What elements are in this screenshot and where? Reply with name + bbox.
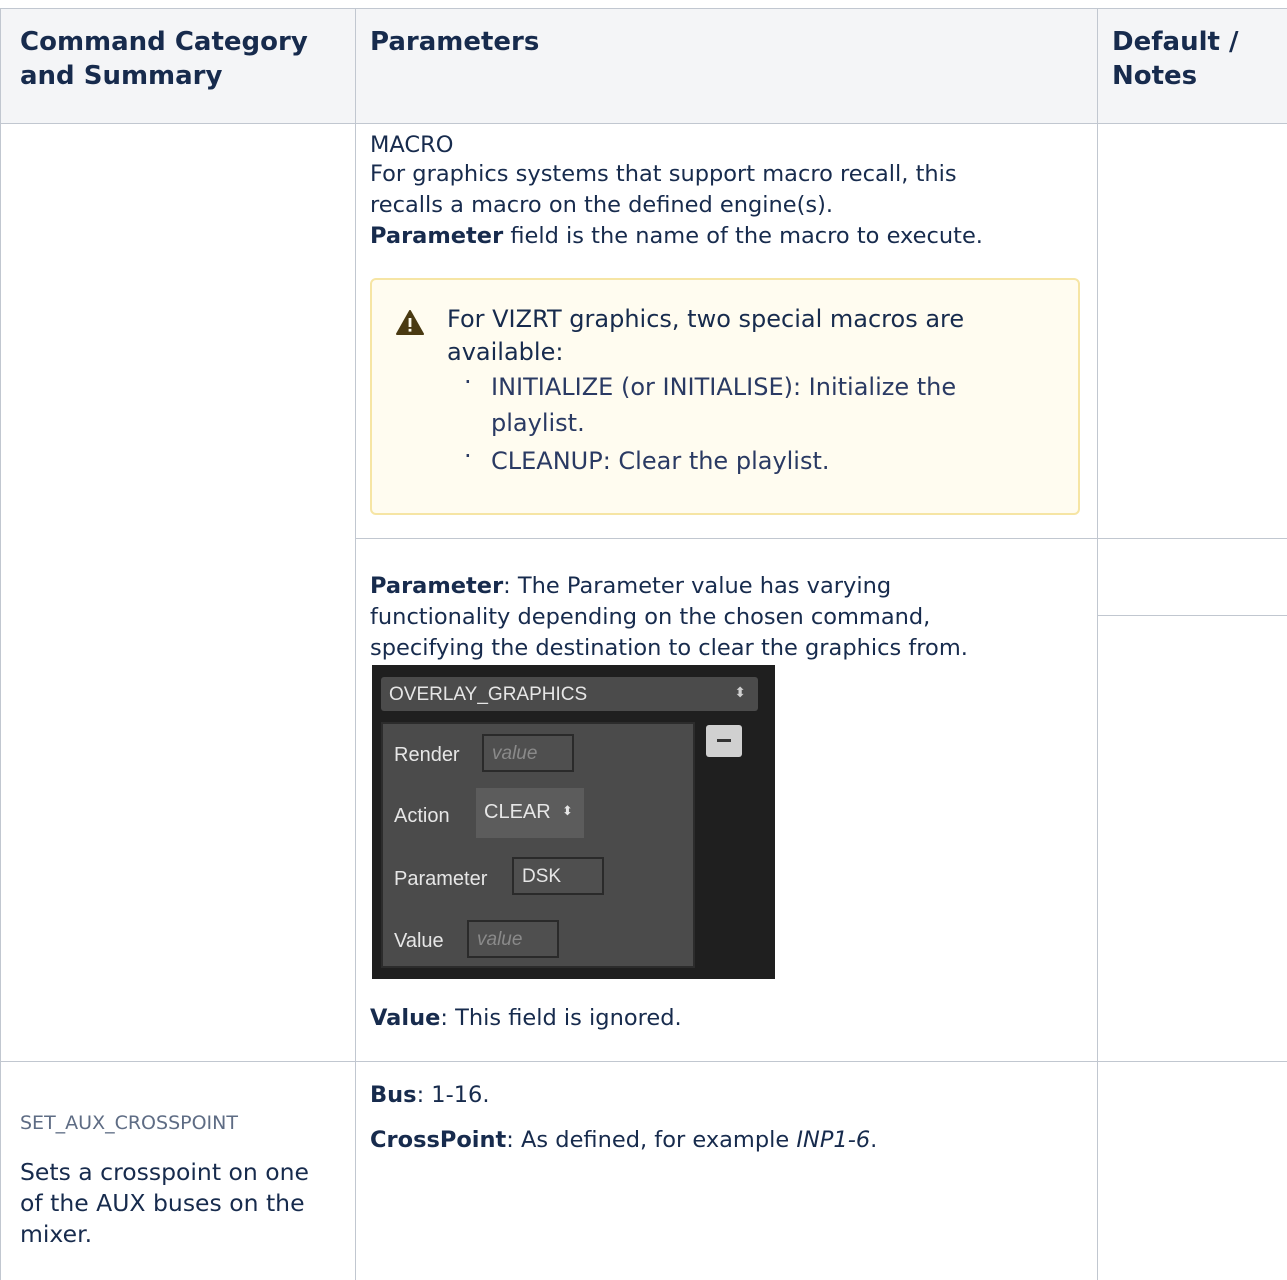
render-input[interactable]: value [482,734,574,772]
dropdown-value: OVERLAY_GRAPHICS [389,684,588,705]
grid-line [0,123,1287,124]
parameter-input[interactable]: DSK [512,857,604,895]
bus-parameter-text: Bus: 1-16. [370,1082,490,1108]
note-list-item-continued: playlist. [491,409,585,437]
action-fields-panel: Render value Action CLEAR ⬍ Parameter DS… [381,722,695,968]
command-summary: Sets a crosspoint on one of the AUX buse… [20,1158,309,1248]
crosspoint-parameter-text: CrossPoint: As defined, for example INP1… [370,1127,878,1153]
grid-line [1097,8,1098,1280]
action-label: Action [394,805,450,827]
parameter-label: Parameter [394,868,488,890]
action-select-value: CLEAR [484,801,551,823]
grid-line [0,1061,1287,1062]
clear-value-text: Value: This field is ignored. [370,1005,682,1031]
macro-description-line: recalls a macro on the defined engine(s)… [370,192,834,218]
page: Command Category and Summary Parameters … [0,0,1287,1280]
value-input[interactable]: value [467,920,559,958]
grid-line [0,8,1287,9]
macro-description-line: For graphics systems that support macro … [370,161,957,187]
warning-note: For VIZRT graphics, two special macros a… [370,278,1080,515]
command-name: SET_AUX_CROSSPOINT [20,1112,238,1134]
action-editor-screenshot: OVERLAY_GRAPHICS ⬍ Render value Action C… [372,665,775,979]
macro-parameter-text: Parameter field is the name of the macro… [370,223,983,249]
grid-line [355,538,1287,539]
note-list-item: CLEANUP: Clear the playlist. [491,447,830,475]
clear-parameter-text-line: specifying the destination to clear the … [370,635,968,661]
header-default-notes: Default / Notes [1112,27,1239,91]
action-select[interactable]: CLEAR ⬍ [476,788,584,838]
warning-icon [396,310,424,335]
remove-button[interactable] [706,725,742,757]
select-arrows-icon: ⬍ [562,803,573,818]
select-arrows-icon: ⬍ [734,684,746,700]
minus-icon [717,739,731,742]
render-label: Render [394,744,460,766]
note-list-item: INITIALIZE (or INITIALISE): Initialize t… [491,373,957,401]
grid-line [355,8,356,1280]
bullet-dot: · [464,442,472,470]
value-label: Value [394,930,444,952]
header-parameters: Parameters [370,27,540,57]
macro-title: MACRO [370,132,454,158]
grid-line [0,8,1,1280]
bullet-dot: · [464,368,472,396]
header-command-category: Command Category and Summary [20,27,308,91]
clear-parameter-text-line: functionality depending on the chosen co… [370,604,931,630]
graphics-type-dropdown[interactable]: OVERLAY_GRAPHICS ⬍ [381,677,758,711]
grid-line [1097,615,1287,616]
note-text-line: available: [447,338,564,366]
clear-parameter-text: Parameter: The Parameter value has varyi… [370,573,892,599]
